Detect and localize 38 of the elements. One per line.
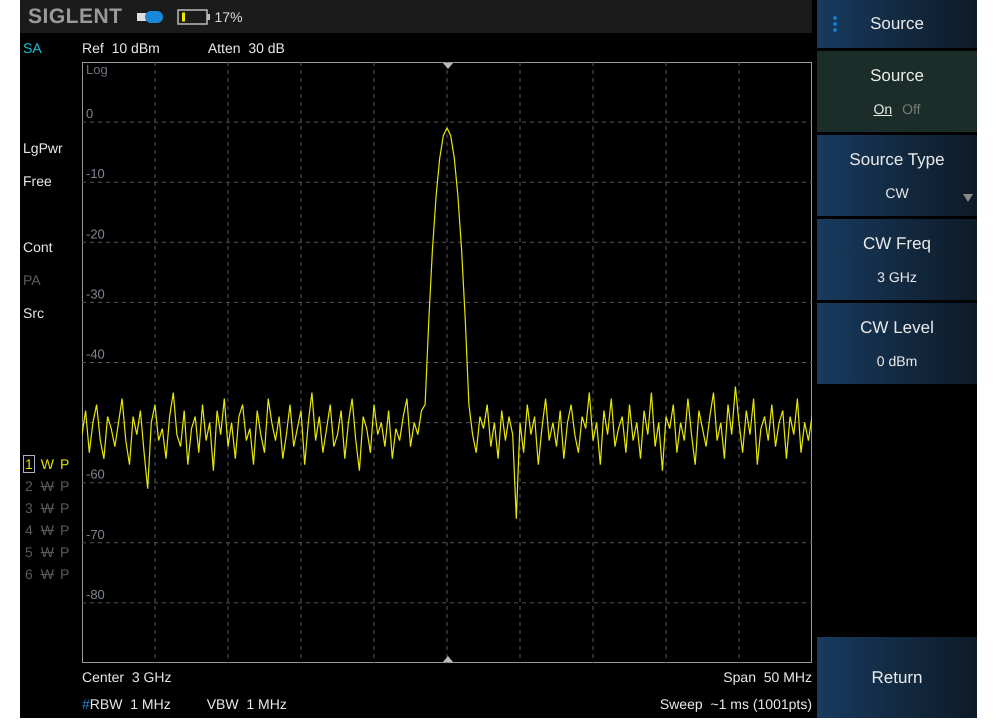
status-label: LgPwr bbox=[23, 139, 64, 158]
dropdown-icon bbox=[963, 194, 973, 202]
marker-icon bbox=[443, 656, 453, 662]
trace-indicator[interactable]: 1 W P bbox=[23, 453, 82, 475]
status-label: Src bbox=[23, 304, 45, 323]
mode-label: SA bbox=[22, 40, 43, 56]
attenuation: Atten 30 dB bbox=[208, 40, 285, 56]
brand-logo: SIGLENT bbox=[28, 4, 123, 28]
status-label: Cont bbox=[23, 238, 54, 257]
return-button[interactable]: Return bbox=[817, 637, 977, 718]
ref-level: Ref 10 dBm bbox=[82, 40, 160, 56]
rbw-value: #RBW 1 MHz bbox=[82, 696, 171, 712]
marker-icon bbox=[443, 63, 453, 69]
menu-icon bbox=[833, 16, 837, 32]
span-value: Span 50 MHz bbox=[723, 668, 812, 684]
axis-label: -10 bbox=[86, 166, 105, 182]
axis-label: -60 bbox=[86, 466, 105, 482]
axis-label: -40 bbox=[86, 346, 105, 362]
menu-title: Source bbox=[817, 0, 977, 48]
menu-button[interactable]: CW Freq 3 GHz bbox=[817, 219, 977, 300]
battery-icon bbox=[176, 8, 211, 24]
axis-label: -80 bbox=[86, 586, 105, 602]
axis-label: -30 bbox=[86, 286, 105, 302]
sweep-time: Sweep ~1 ms (1001pts) bbox=[660, 696, 812, 712]
menu-button[interactable]: CW Level 0 dBm bbox=[817, 303, 977, 384]
menu-button[interactable]: Source Type CW bbox=[817, 135, 977, 216]
status-label: PA bbox=[23, 271, 42, 290]
toggle-option[interactable]: On bbox=[873, 100, 892, 117]
axis-label: -20 bbox=[86, 226, 105, 242]
vbw-value: VBW 1 MHz bbox=[206, 696, 287, 712]
axis-label: -70 bbox=[86, 526, 105, 542]
menu-button[interactable]: Source On Off bbox=[817, 51, 977, 132]
center-frequency: Center 3 GHz bbox=[82, 668, 172, 684]
axis-label: 0 bbox=[86, 106, 94, 122]
battery-percent: 17% bbox=[214, 8, 243, 24]
scale-label: Log bbox=[86, 62, 108, 77]
usb-icon bbox=[136, 10, 163, 22]
status-label: Free bbox=[23, 172, 53, 191]
